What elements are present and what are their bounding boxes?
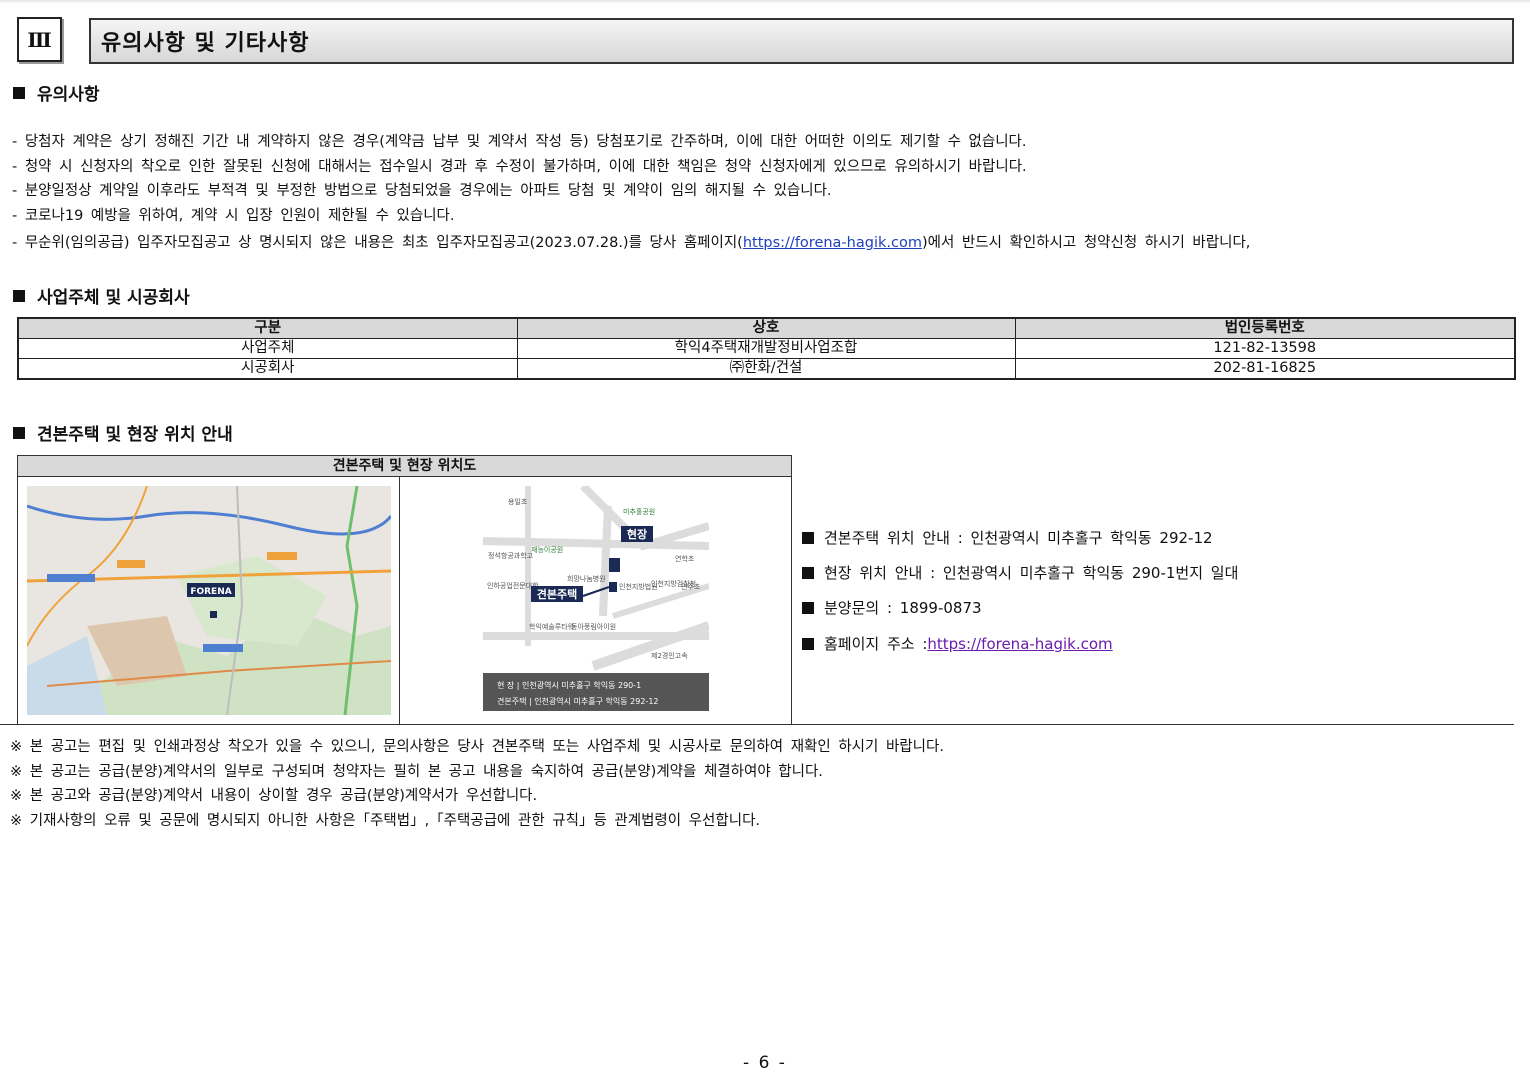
square-bullet-icon	[802, 566, 814, 579]
info-homepage-link[interactable]: https://forena-hagik.com	[927, 635, 1112, 653]
map-divider	[399, 477, 400, 725]
table-cell: 121-82-13598	[1014, 338, 1516, 359]
info-site-text: 현장 위치 안내 : 인천광역시 미추홀구 학익동 290-1번지 일대	[824, 564, 1239, 582]
square-bullet-icon	[13, 289, 25, 302]
table-header-cell: 법인등록번호	[1014, 317, 1516, 339]
table-cell: ㈜한화/건설	[516, 358, 1016, 380]
location-map-panel: 견본주택 및 현장 위치도 FORENA 용일초 미추홀공원 정석항공과학고 재…	[17, 455, 792, 725]
table-header-cell: 구분	[17, 317, 518, 339]
site-marker-label: 현장	[627, 527, 647, 541]
site-map-image: 용일초 미추홀공원 정석항공과학고 재능이공원 연학초 희망나눔병원 인천지방법…	[483, 486, 709, 714]
location-section-heading: 견본주택 및 현장 위치 안내	[13, 420, 233, 445]
place-label: 연학초	[675, 554, 695, 563]
info-inquiry-text: 분양문의 : 1899-0873	[824, 599, 982, 617]
place-label: 재능이공원	[531, 545, 563, 554]
notice-section-heading: 유의사항	[13, 80, 100, 105]
model-house-marker	[609, 582, 617, 592]
square-bullet-icon	[13, 86, 25, 99]
legend-model-house: 견본주택 | 인천광역시 미추홀구 학익동 292-12	[497, 696, 659, 706]
company-table: 구분 상호 법인등록번호 사업주체 학익4주택재개발정비사업조합 121-82-…	[17, 317, 1516, 380]
top-edge	[0, 0, 1530, 4]
notice-item: - 코로나19 예방을 위하여, 계약 시 입장 인원이 제한될 수 있습니다.	[12, 207, 455, 224]
company-section-title: 사업주체 및 시공회사	[37, 288, 190, 308]
homepage-link[interactable]: https://forena-hagik.com	[743, 235, 922, 251]
company-section-heading: 사업주체 및 시공회사	[13, 283, 190, 308]
divider-line	[0, 724, 1514, 725]
place-label: 희망나눔병원	[567, 574, 606, 583]
square-bullet-icon	[802, 531, 814, 544]
place-label: 인주초	[681, 582, 701, 591]
location-section-title: 견본주택 및 현장 위치 안내	[37, 425, 233, 445]
page-number: - 6 -	[743, 1053, 787, 1073]
map-brand-label: FORENA	[190, 587, 231, 597]
notice-item: - 청약 시 신청자의 착오로 인한 잘못된 신청에 대해서는 접수일시 경과 …	[12, 158, 1027, 175]
place-label: 용일초	[508, 497, 528, 506]
info-homepage-label: 홈페이지 주소 :	[824, 635, 928, 653]
notice-section-title: 유의사항	[37, 85, 100, 105]
place-label: 동아풍림아이원	[571, 622, 616, 631]
notice-item-last: - 무순위(임의공급) 입주자모집공고 상 명시되지 않은 내용은 최초 입주자…	[12, 231, 1250, 256]
place-label: 제2경인고속	[651, 651, 688, 660]
info-site: 현장 위치 안내 : 인천광역시 미추홀구 학익동 290-1번지 일대	[802, 562, 1238, 583]
place-label: 학익예술루타워	[529, 622, 574, 631]
notice-item: - 분양일정상 계약일 이후라도 부적격 및 부정한 방법으로 당첨되었을 경우…	[12, 183, 832, 199]
notice-list: - 당첨자 계약은 상기 정해진 기간 내 계약하지 않은 경우(계약금 납부 …	[12, 130, 1250, 256]
table-cell: 시공회사	[17, 358, 518, 380]
table-row: 시공회사 ㈜한화/건설 202-81-16825	[17, 358, 1516, 380]
footnote-item: ※ 본 공고는 공급(분양)계약서의 일부로 구성되며 청약자는 필히 본 공고…	[10, 763, 823, 780]
square-bullet-icon	[13, 426, 25, 439]
table-cell: 202-81-16825	[1014, 358, 1516, 380]
place-label: 정석항공과학고	[488, 551, 534, 560]
model-house-marker-label: 견본주택	[537, 587, 577, 601]
info-model-house-text: 견본주택 위치 안내 : 인천광역시 미추홀구 학익동 292-12	[824, 529, 1213, 547]
notice-text-after: )에서 반드시 확인하시고 청약신청 하시기 바랍니다,	[921, 235, 1251, 251]
notice-text-before: - 무순위(임의공급) 입주자모집공고 상 명시되지 않은 내용은 최초 입주자…	[12, 235, 743, 251]
info-model-house: 견본주택 위치 안내 : 인천광역시 미추홀구 학익동 292-12	[802, 527, 1213, 548]
section-number: Ⅲ	[17, 17, 62, 62]
footnote-item: ※ 본 공고는 편집 및 인쇄과정상 착오가 있을 수 있으니, 문의사항은 당…	[10, 739, 944, 755]
table-cell: 학익4주택재개발정비사업조합	[516, 338, 1016, 359]
legend-site: 현 장 | 인천광역시 미추홀구 학익동 290-1	[497, 680, 641, 690]
footnote-item: ※ 기재사항의 오류 및 공문에 명시되지 아니한 사항은「주택법」,「주택공급…	[10, 812, 761, 829]
table-header-cell: 상호	[516, 317, 1016, 339]
square-bullet-icon	[802, 637, 814, 650]
place-label: 미추홀공원	[623, 507, 655, 516]
table-header-row: 구분 상호 법인등록번호	[17, 317, 1516, 339]
footnote-list: ※ 본 공고는 편집 및 인쇄과정상 착오가 있을 수 있으니, 문의사항은 당…	[10, 735, 944, 833]
page-title: 유의사항 및 기타사항	[89, 18, 1514, 64]
info-inquiry: 분양문의 : 1899-0873	[802, 597, 982, 618]
table-cell: 사업주체	[17, 338, 518, 359]
info-homepage: 홈페이지 주소 : https://forena-hagik.com	[802, 633, 1113, 654]
footnote-item: ※ 본 공고와 공급(분양)계약서 내용이 상이할 경우 공급(분양)계약서가 …	[10, 788, 538, 804]
square-bullet-icon	[802, 601, 814, 614]
area-map-image: FORENA	[27, 486, 391, 715]
table-row: 사업주체 학익4주택재개발정비사업조합 121-82-13598	[17, 338, 1516, 359]
site-marker	[609, 558, 620, 572]
notice-item: - 당첨자 계약은 상기 정해진 기간 내 계약하지 않은 경우(계약금 납부 …	[12, 134, 1027, 150]
map-panel-header: 견본주택 및 현장 위치도	[18, 456, 791, 477]
